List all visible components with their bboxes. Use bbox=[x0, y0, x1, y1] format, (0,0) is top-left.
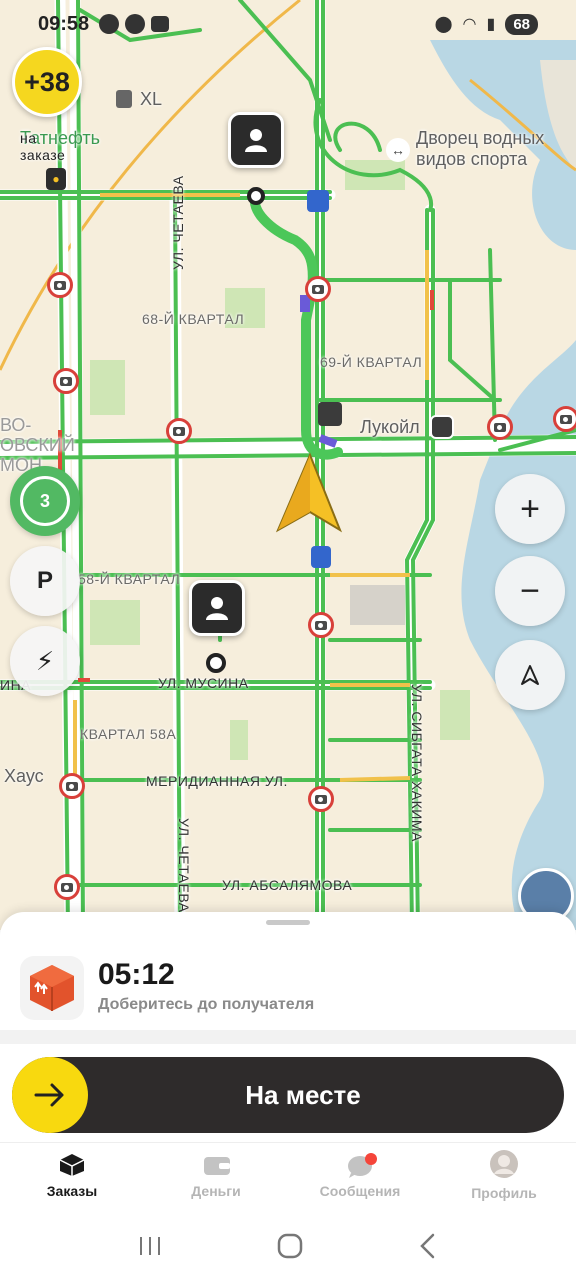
navigation-arrow-icon bbox=[521, 665, 539, 685]
arrow-right-icon bbox=[34, 1083, 64, 1107]
bottom-tab-bar: Заказы Деньги Сообщения Профиль bbox=[0, 1142, 576, 1204]
lightning-icon: ⚡ bbox=[35, 645, 55, 676]
layers-count: 3 bbox=[20, 476, 70, 526]
tab-money[interactable]: Деньги bbox=[144, 1143, 288, 1204]
eta-time: 05:12 bbox=[98, 958, 175, 991]
tab-label: Профиль bbox=[471, 1185, 537, 1201]
battery-indicator: 68 bbox=[505, 13, 538, 35]
bus-stop-icon bbox=[311, 546, 331, 568]
chat-icon bbox=[347, 1153, 377, 1178]
street-label-chetaeva-bottom: УЛ. ЧЕТАЕВА bbox=[176, 818, 192, 913]
traffic-light-icon: ● bbox=[46, 168, 66, 190]
poi-label-dvorets: Дворец водных видов спорта bbox=[416, 128, 545, 169]
district-label-68: 68-Й КВАРТАЛ bbox=[142, 311, 245, 327]
tab-label: Заказы bbox=[46, 1183, 98, 1199]
eta-subtitle: Доберитесь до получателя bbox=[98, 996, 315, 1013]
delivery-box-icon bbox=[20, 956, 84, 1020]
dropoff-pin-icon[interactable] bbox=[189, 580, 245, 636]
street-label-meridiannaya: МЕРИДИАННАЯ УЛ. bbox=[146, 773, 288, 789]
activity-score-badge[interactable]: +38 bbox=[12, 47, 82, 117]
tab-messages[interactable]: Сообщения bbox=[288, 1143, 432, 1204]
speed-camera-icon bbox=[308, 612, 334, 638]
status-time: 09:58 bbox=[38, 12, 90, 35]
stairs-icon bbox=[318, 402, 342, 426]
poi-label-xaus: Хаус bbox=[4, 766, 44, 786]
street-label-musina: УЛ. МУСИНА bbox=[158, 675, 249, 691]
poi-label-lukoil: Лукойл bbox=[360, 417, 420, 437]
wallet-icon bbox=[203, 1153, 230, 1177]
bag-icon bbox=[116, 90, 132, 108]
zoom-out-button[interactable]: − bbox=[495, 556, 565, 626]
district-label-58a: КВАРТАЛ 58А bbox=[80, 726, 177, 742]
layers-button[interactable]: 3 bbox=[10, 466, 80, 536]
charging-button[interactable]: ⚡ bbox=[10, 626, 80, 696]
recent-apps-icon[interactable] bbox=[138, 1235, 162, 1257]
arrived-label: На месте bbox=[245, 1079, 361, 1110]
arrows-icon: ↔ bbox=[386, 138, 410, 162]
map-view[interactable]: ● ↔ XL Татнефть на заказе Дворец водных … bbox=[0, 0, 576, 930]
fuel-station-icon bbox=[430, 415, 454, 439]
speed-camera-icon bbox=[47, 272, 73, 298]
speed-camera-icon bbox=[166, 418, 192, 444]
parking-button[interactable]: P bbox=[10, 546, 80, 616]
on-order-label: на заказе bbox=[20, 130, 66, 163]
divider bbox=[0, 1030, 576, 1044]
home-icon[interactable] bbox=[277, 1233, 303, 1259]
slide-knob[interactable] bbox=[12, 1057, 88, 1133]
box-icon bbox=[59, 1153, 85, 1177]
back-icon[interactable] bbox=[418, 1233, 438, 1259]
street-label-chetaeva-top: УЛ. ЧЕТАЕВА bbox=[170, 175, 186, 270]
tab-label: Сообщения bbox=[319, 1183, 401, 1199]
signal-icon: ▮ bbox=[486, 16, 496, 33]
poi-label-xl: XL bbox=[140, 89, 163, 109]
tab-orders[interactable]: Заказы bbox=[0, 1143, 144, 1204]
location-icon: ⬤ bbox=[434, 16, 453, 33]
speed-camera-icon bbox=[308, 786, 334, 812]
tab-profile[interactable]: Профиль bbox=[432, 1143, 576, 1204]
speed-camera-icon bbox=[553, 406, 576, 432]
speed-camera-icon bbox=[53, 368, 79, 394]
pedestrian-crossing-icon bbox=[307, 190, 329, 212]
zoom-in-button[interactable]: + bbox=[495, 474, 565, 544]
speed-camera-icon bbox=[59, 773, 85, 799]
speed-camera-icon bbox=[54, 874, 80, 900]
avatar-icon bbox=[489, 1149, 519, 1179]
order-bottom-sheet[interactable]: 05:12 Доберитесь до получателя На месте … bbox=[0, 912, 576, 1280]
tab-label: Деньги bbox=[191, 1183, 241, 1199]
recenter-button[interactable] bbox=[495, 640, 565, 710]
speed-camera-icon bbox=[487, 414, 513, 440]
arrived-slide-button[interactable]: На месте bbox=[12, 1057, 564, 1133]
street-label-absalyamova: УЛ. АБСАЛЯМОВА bbox=[222, 877, 353, 893]
app-notification-icon bbox=[99, 14, 120, 34]
speed-camera-icon bbox=[305, 276, 331, 302]
wifi-icon: ◠ bbox=[462, 16, 477, 33]
district-label-69: 69-Й КВАРТАЛ bbox=[320, 354, 423, 370]
status-bar: 09:58 ⬤ ◠ ▮ 68 bbox=[0, 0, 576, 48]
sheet-grabber[interactable] bbox=[266, 920, 310, 925]
app-notification-icon bbox=[125, 14, 146, 34]
district-label-58: 58-Й КВАРТАЛ bbox=[78, 571, 181, 587]
pickup-pin-icon[interactable] bbox=[228, 112, 284, 168]
gallery-notification-icon bbox=[151, 16, 170, 32]
system-navigation-bar bbox=[0, 1212, 576, 1280]
street-label-sibgata: УЛ. СИБГАТА ХАКИМА bbox=[409, 684, 425, 842]
